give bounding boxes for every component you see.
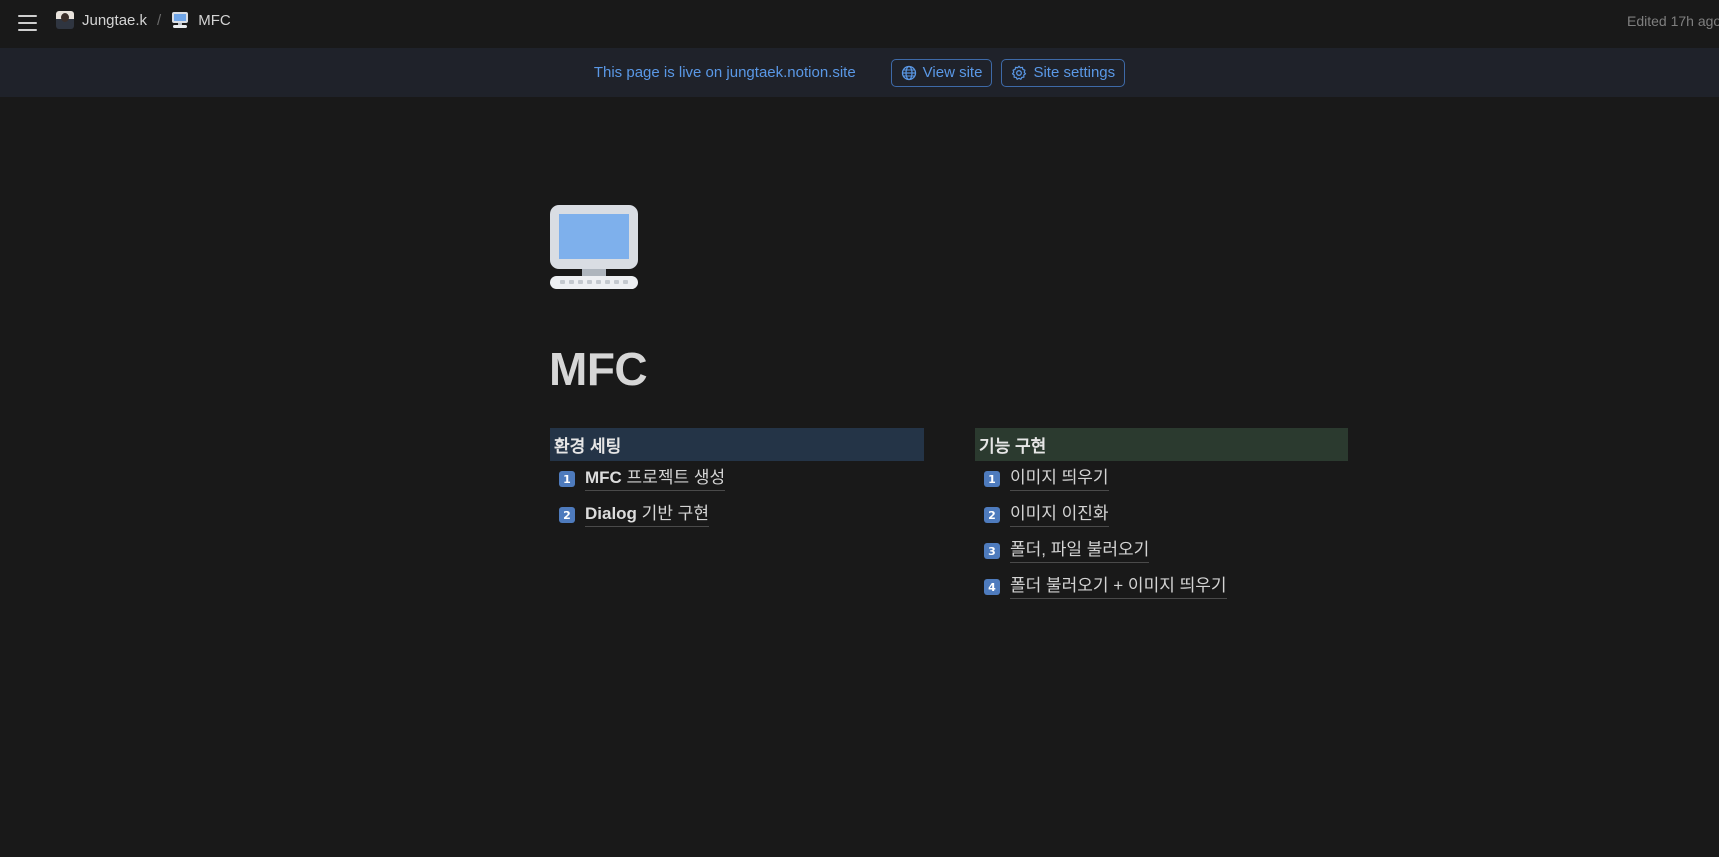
top-bar: Jungtae.k / MFC Edited 17h ago [0,0,1719,45]
list-item[interactable]: 2 이미지 이진화 [975,497,1348,533]
page-link-label: 폴더 불러오기 + 이미지 띄우기 [1010,575,1227,599]
number-badge-icon: 1 [559,471,575,487]
number-badge-icon: 2 [984,507,1000,523]
desktop-computer-icon[interactable] [549,204,639,294]
page-title[interactable]: MFC [549,342,648,396]
breadcrumb: Jungtae.k / MFC [56,11,231,29]
list-item[interactable]: 2 Dialog 기반 구현 [550,497,924,533]
page-link-bold: Dialog [585,504,637,523]
breadcrumb-workspace-label: Jungtae.k [82,11,148,29]
site-settings-label: Site settings [1033,64,1116,81]
list-item[interactable]: 1 이미지 띄우기 [975,461,1348,497]
list-item[interactable]: 1 MFC 프로젝트 생성 [550,461,924,497]
breadcrumb-separator: / [157,11,162,29]
page-link-text: 기반 구현 [636,504,709,523]
page-link-label: Dialog 기반 구현 [585,503,709,527]
page-link-label: 이미지 띄우기 [1010,467,1109,491]
breadcrumb-workspace[interactable]: Jungtae.k [56,11,147,29]
breadcrumb-page[interactable]: MFC [171,12,231,29]
list-item[interactable]: 4 폴더 불러오기 + 이미지 띄우기 [975,569,1348,605]
features-list: 1 이미지 띄우기 2 이미지 이진화 3 폴더, 파일 불러오기 4 폴더 불… [975,461,1348,605]
setup-list: 1 MFC 프로젝트 생성 2 Dialog 기반 구현 [550,461,924,533]
number-badge-icon: 2 [559,507,575,523]
globe-icon [901,65,916,80]
page-link-text: 프로젝트 생성 [621,468,726,487]
computer-icon [172,12,189,28]
column-header-features[interactable]: 기능 구현 [975,428,1348,461]
avatar [56,11,74,29]
view-site-button[interactable]: View site [890,58,993,87]
page-link-label: 폴더, 파일 불러오기 [1010,539,1150,563]
view-site-label: View site [922,64,983,81]
menu-icon[interactable] [14,10,40,36]
site-live-banner: This page is live on jungtaek.notion.sit… [0,48,1719,97]
page-link-label: 이미지 이진화 [1010,503,1109,527]
column-header-setup[interactable]: 환경 세팅 [550,428,924,461]
column-setup: 환경 세팅 1 MFC 프로젝트 생성 2 Dialog 기반 구현 [550,428,924,533]
breadcrumb-page-label: MFC [198,11,231,29]
page-link-bold: MFC [585,468,622,487]
number-badge-icon: 3 [984,543,1000,559]
number-badge-icon: 1 [984,471,1000,487]
list-item[interactable]: 3 폴더, 파일 불러오기 [975,533,1348,569]
banner-text: This page is live on jungtaek.notion.sit… [593,64,856,81]
site-settings-button[interactable]: Site settings [1001,58,1126,87]
column-features: 기능 구현 1 이미지 띄우기 2 이미지 이진화 3 폴더, 파일 불러오기 … [975,428,1348,605]
page-link-label: MFC 프로젝트 생성 [585,467,726,491]
number-badge-icon: 4 [984,579,1000,595]
gear-icon [1012,65,1027,80]
edited-timestamp: Edited 17h ago [1627,13,1719,29]
